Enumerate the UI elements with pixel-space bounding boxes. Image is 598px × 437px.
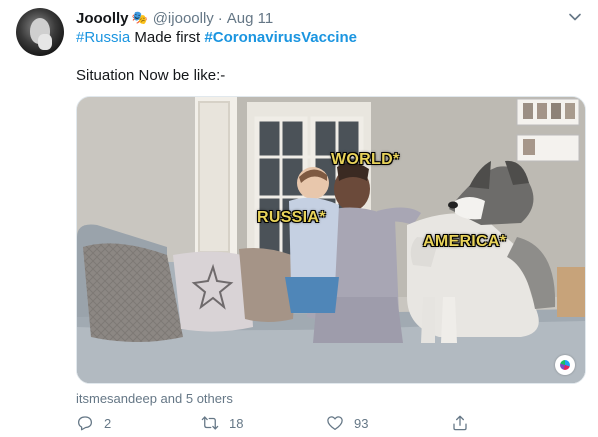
author-handle[interactable]: @ijooolly: [153, 10, 214, 27]
label-world: WORLD*: [331, 151, 400, 168]
tweet-text-line-2: Situation Now be like:-: [76, 67, 226, 84]
chevron-down-icon[interactable]: [568, 10, 582, 24]
share-button[interactable]: [451, 414, 479, 432]
liked-by-text[interactable]: itsmesandeep and 5 others: [76, 391, 233, 406]
theater-masks-icon: 🎭: [131, 10, 148, 25]
meme-photo: [77, 97, 585, 383]
tweet-card[interactable]: Jooolly 🎭 @ijooolly · Aug 11 #Russia Mad…: [0, 0, 598, 437]
tweet-actions: 2 18 93: [76, 414, 576, 436]
separator-dot: ·: [217, 9, 223, 27]
label-america: AMERICA*: [423, 233, 507, 250]
like-icon: [327, 416, 343, 431]
hashtag-coronavirus-vaccine[interactable]: #CoronavirusVaccine: [204, 29, 357, 46]
tweet-header: Jooolly 🎭 @ijooolly · Aug 11: [76, 8, 273, 28]
share-icon: [453, 415, 467, 431]
retweet-button[interactable]: 18: [201, 414, 243, 432]
avatar-hand: [38, 34, 52, 50]
retweet-icon: [201, 416, 219, 430]
reply-count: 2: [104, 415, 112, 431]
reply-button[interactable]: 2: [76, 414, 111, 432]
tweet-text-fragment: Made first: [130, 29, 205, 46]
avatar[interactable]: [16, 8, 64, 56]
tweet-media-image[interactable]: WORLD* RUSSIA* AMERICA*: [76, 96, 586, 384]
gif-badge-icon: [555, 355, 575, 375]
reply-icon: [77, 416, 93, 431]
retweet-count: 18: [229, 415, 244, 431]
like-count: 93: [354, 415, 369, 431]
author-name[interactable]: Jooolly: [76, 10, 129, 27]
timestamp[interactable]: Aug 11: [227, 10, 273, 27]
tweet-text-line-1: #Russia Made first #CoronavirusVaccine: [76, 29, 357, 46]
like-button[interactable]: 93: [326, 414, 368, 432]
label-russia: RUSSIA*: [257, 209, 326, 226]
hashtag-russia[interactable]: #Russia: [76, 29, 130, 46]
